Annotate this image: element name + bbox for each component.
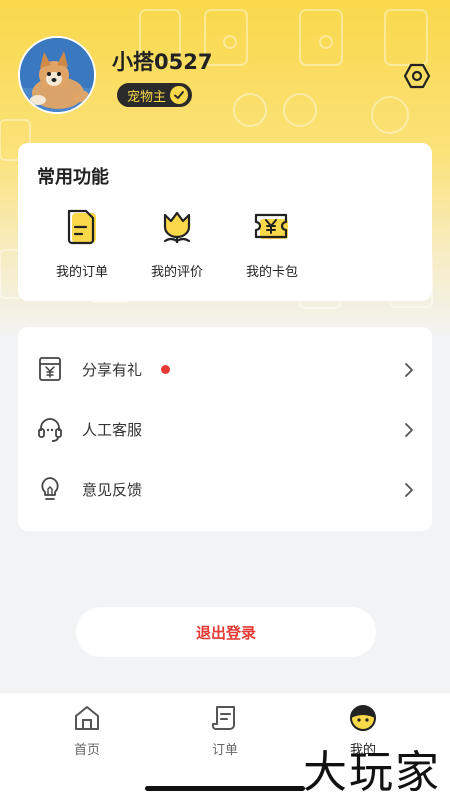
watermark-text: 大玩家 bbox=[303, 747, 441, 798]
notification-dot bbox=[161, 364, 170, 374]
my-reviews-button[interactable]: 我的评价 bbox=[137, 207, 217, 280]
tulip-review-icon bbox=[157, 207, 197, 247]
profile-face-icon bbox=[348, 703, 378, 733]
headset-icon bbox=[36, 415, 64, 443]
home-indicator bbox=[145, 786, 305, 791]
check-icon bbox=[170, 86, 189, 104]
role-badge: 宠物主 bbox=[117, 83, 193, 107]
common-functions-card: 常用功能 我的订单 我的评价 我的卡包 bbox=[18, 143, 432, 301]
my-card-wallet-button[interactable]: 我的卡包 bbox=[232, 207, 312, 280]
order-doc-icon bbox=[62, 207, 102, 247]
menu-item-label: 人工客服 bbox=[82, 420, 143, 439]
my-card-wallet-label: 我的卡包 bbox=[245, 265, 298, 280]
my-reviews-label: 我的评价 bbox=[150, 265, 203, 280]
menu-card: 分享有礼 人工客服 意见反馈 bbox=[18, 327, 432, 531]
tab-label: 首页 bbox=[73, 743, 100, 758]
tab-orders[interactable]: 订单 bbox=[185, 703, 265, 758]
order-tab-icon bbox=[210, 703, 240, 733]
common-functions-title: 常用功能 bbox=[37, 167, 109, 188]
logout-button[interactable]: 退出登录 bbox=[76, 607, 376, 657]
gift-box-icon bbox=[36, 355, 64, 383]
menu-item-customer-service[interactable]: 人工客服 bbox=[18, 399, 432, 459]
avatar[interactable] bbox=[18, 36, 96, 114]
menu-item-label: 分享有礼 bbox=[82, 360, 143, 379]
coupon-ticket-icon bbox=[252, 207, 292, 247]
my-orders-label: 我的订单 bbox=[55, 265, 108, 280]
chevron-right-icon bbox=[402, 422, 416, 437]
menu-item-share-gift[interactable]: 分享有礼 bbox=[18, 339, 432, 399]
username: 小搭0527 bbox=[112, 50, 213, 74]
role-label: 宠物主 bbox=[127, 89, 167, 105]
menu-item-feedback[interactable]: 意见反馈 bbox=[18, 459, 432, 519]
tab-label: 订单 bbox=[211, 743, 238, 758]
chevron-right-icon bbox=[402, 362, 416, 377]
tab-home[interactable]: 首页 bbox=[47, 703, 127, 758]
chevron-right-icon bbox=[402, 482, 416, 497]
home-icon bbox=[72, 703, 102, 733]
lightbulb-icon bbox=[36, 475, 64, 503]
menu-item-label: 意见反馈 bbox=[82, 480, 143, 499]
my-orders-button[interactable]: 我的订单 bbox=[42, 207, 122, 280]
settings-gear-icon[interactable] bbox=[403, 62, 431, 90]
